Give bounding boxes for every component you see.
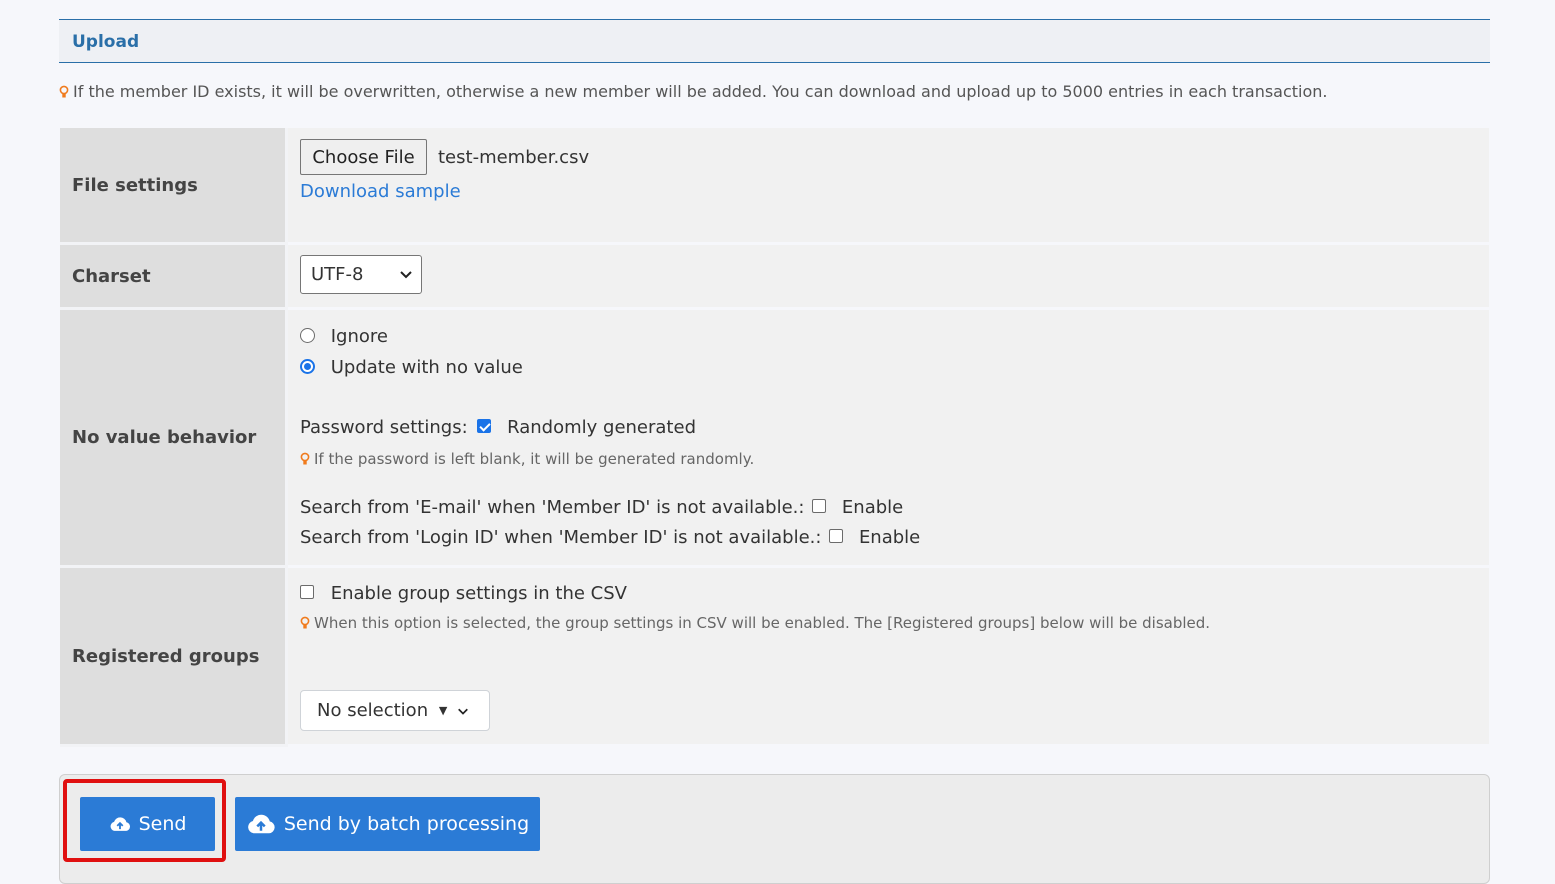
section-header: Upload xyxy=(59,19,1490,63)
csv-group-note: When this option is selected, the group … xyxy=(300,614,1210,632)
choose-file-button[interactable]: Choose File xyxy=(300,139,427,175)
password-note-text: If the password is left blank, it will b… xyxy=(314,450,755,468)
lightbulb-icon xyxy=(59,85,69,98)
csv-group-checkbox[interactable] xyxy=(300,585,314,599)
email-search-row: Search from 'E-mail' when 'Member ID' is… xyxy=(300,497,903,518)
email-search-checkbox[interactable] xyxy=(812,499,827,513)
randomly-generated-checkbox[interactable] xyxy=(477,419,492,433)
loginid-search-checkbox[interactable] xyxy=(829,529,844,543)
lightbulb-icon xyxy=(300,616,310,629)
radio-update-label: Update with no value xyxy=(330,357,523,378)
group-multiselect-value: No selection xyxy=(317,700,429,721)
row-registered-groups: Registered groups Enable group settings … xyxy=(60,568,1489,747)
csv-group-option[interactable]: Enable group settings in the CSV xyxy=(300,583,627,604)
row-no-value-behavior: No value behavior Ignore Update with no … xyxy=(60,310,1489,568)
radio-ignore[interactable] xyxy=(300,328,315,343)
send-button-highlight xyxy=(63,779,226,862)
loginid-search-row: Search from 'Login ID' when 'Member ID' … xyxy=(300,527,920,548)
password-note: If the password is left blank, it will b… xyxy=(300,450,754,468)
randomly-generated-label: Randomly generated xyxy=(507,417,696,438)
radio-ignore-option[interactable]: Ignore xyxy=(300,326,388,347)
charset-selected-value: UTF-8 xyxy=(311,264,364,285)
file-settings-label: File settings xyxy=(60,128,288,245)
loginid-search-enable-label: Enable xyxy=(858,527,921,548)
no-value-behavior-label: No value behavior xyxy=(60,310,288,568)
radio-update-no-value[interactable] xyxy=(300,359,315,374)
download-sample-link[interactable]: Download sample xyxy=(300,181,461,202)
caret-down-icon: ▼ xyxy=(438,704,448,717)
selected-file-name: test-member.csv xyxy=(438,147,590,168)
upload-form-table: File settings Choose File test-member.cs… xyxy=(60,128,1489,747)
chevron-down-icon xyxy=(458,708,468,715)
email-search-enable-label: Enable xyxy=(841,497,904,518)
lightbulb-icon xyxy=(300,452,310,465)
upload-note: If the member ID exists, it will be over… xyxy=(59,82,1328,101)
cloud-upload-icon xyxy=(247,814,275,833)
password-settings-label: Password settings: xyxy=(300,417,468,438)
charset-select[interactable]: UTF-8 xyxy=(300,255,422,294)
password-settings-row: Password settings: Randomly generated xyxy=(300,417,696,438)
upload-note-text: If the member ID exists, it will be over… xyxy=(73,82,1328,101)
group-multiselect[interactable]: No selection ▼ xyxy=(300,690,490,731)
row-file-settings: File settings Choose File test-member.cs… xyxy=(60,128,1489,245)
csv-group-label: Enable group settings in the CSV xyxy=(330,583,627,604)
row-charset: Charset UTF-8 xyxy=(60,245,1489,310)
loginid-search-label: Search from 'Login ID' when 'Member ID' … xyxy=(300,527,822,548)
send-batch-button[interactable]: Send by batch processing xyxy=(235,797,540,851)
email-search-label: Search from 'E-mail' when 'Member ID' is… xyxy=(300,497,805,518)
radio-update-option[interactable]: Update with no value xyxy=(300,357,523,378)
send-batch-button-label: Send by batch processing xyxy=(283,813,530,835)
radio-ignore-label: Ignore xyxy=(330,326,388,347)
section-title: Upload xyxy=(72,32,140,52)
charset-label: Charset xyxy=(60,245,288,310)
chevron-down-icon xyxy=(400,271,412,279)
csv-group-note-text: When this option is selected, the group … xyxy=(314,614,1211,632)
registered-groups-label: Registered groups xyxy=(60,568,288,747)
